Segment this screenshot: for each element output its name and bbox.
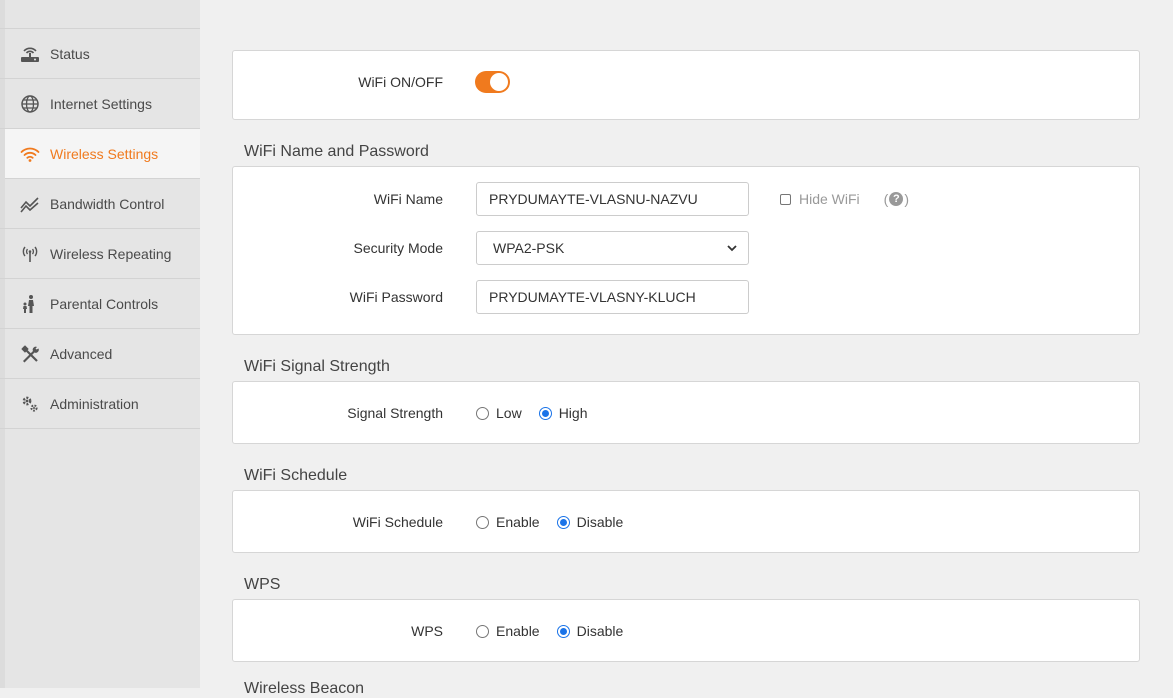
sidebar-item-label: Wireless Settings [50, 145, 159, 162]
router-icon [20, 44, 40, 64]
help-button[interactable]: ( ? ) [884, 191, 909, 207]
tools-icon [20, 344, 40, 364]
wifi-password-row: WiFi Password [233, 280, 1139, 314]
signal-label: Signal Strength [347, 405, 443, 421]
antenna-icon [20, 244, 40, 264]
help-paren-open: ( [883, 191, 889, 207]
gears-icon [20, 394, 40, 414]
trend-icon [20, 194, 40, 214]
signal-high-radio[interactable] [538, 406, 552, 420]
section-title-signal: WiFi Signal Strength [244, 358, 390, 375]
sidebar-item-advanced[interactable]: Advanced [0, 329, 200, 379]
sidebar-item-wireless-repeating[interactable]: Wireless Repeating [0, 229, 200, 279]
wifi-toggle-label: WiFi ON/OFF [358, 74, 443, 90]
schedule-row: WiFi Schedule Enable Disable [233, 505, 1139, 539]
schedule-enable-label: Enable [496, 514, 540, 530]
sidebar-item-internet-settings[interactable]: Internet Settings [0, 79, 200, 129]
globe-icon [20, 94, 40, 114]
wifi-toggle-card: WiFi ON/OFF [232, 50, 1140, 120]
sidebar-item-label: Status [50, 45, 90, 62]
sidebar-item-label: Bandwidth Control [50, 195, 165, 212]
signal-high-label: High [558, 405, 588, 421]
wifi-name-label: WiFi Name [373, 191, 443, 207]
question-icon: ? [889, 192, 904, 206]
wps-row: WPS Enable Disable [233, 614, 1139, 648]
chevron-down-icon [727, 245, 737, 252]
signal-card: Signal Strength Low High [232, 381, 1140, 444]
sidebar-item-label: Internet Settings [50, 95, 152, 112]
sidebar-item-parental-controls[interactable]: Parental Controls [0, 279, 200, 329]
main-content: WiFi ON/OFF WiFi Name and Password WiFi … [200, 0, 1173, 697]
section-title-next: Wireless Beacon [244, 680, 365, 697]
signal-row: Signal Strength Low High [233, 396, 1139, 430]
section-title-wps: WPS [244, 576, 281, 593]
wifi-password-input[interactable] [476, 280, 749, 314]
security-mode-label: Security Mode [353, 240, 443, 256]
sidebar-item-administration[interactable]: Administration [0, 379, 200, 429]
schedule-card: WiFi Schedule Enable Disable [232, 490, 1140, 553]
hide-wifi-label: Hide WiFi [799, 191, 860, 207]
signal-low-label: Low [496, 405, 522, 421]
wps-disable-radio[interactable] [556, 624, 570, 638]
signal-low-radio[interactable] [476, 406, 489, 420]
wifi-toggle-row: WiFi ON/OFF [233, 65, 1139, 99]
sidebar-item-bandwidth-control[interactable]: Bandwidth Control [0, 179, 200, 229]
wifi-name-input[interactable] [476, 182, 749, 216]
toggle-knob [490, 73, 508, 91]
sidebar-item-label: Administration [50, 395, 139, 412]
security-mode-value: WPA2-PSK [493, 240, 565, 256]
schedule-enable-radio[interactable] [476, 515, 489, 529]
wps-card: WPS Enable Disable [232, 599, 1140, 662]
wifi-password-label: WiFi Password [349, 289, 443, 305]
wifi-icon [20, 144, 40, 164]
schedule-disable-label: Disable [576, 514, 624, 530]
wifi-toggle-switch[interactable] [475, 71, 510, 93]
wps-enable-radio[interactable] [476, 624, 489, 638]
sidebar-item-wireless-settings[interactable]: Wireless Settings [5, 129, 200, 179]
section-title-schedule: WiFi Schedule [244, 467, 348, 484]
schedule-label: WiFi Schedule [352, 514, 443, 530]
wifi-name-row: WiFi Name Hide WiFi ( ? ) [233, 182, 1139, 216]
sidebar-item-status[interactable]: Status [0, 29, 200, 79]
sidebar-item-label: Wireless Repeating [50, 245, 172, 262]
hide-wifi-checkbox[interactable] [780, 193, 791, 205]
name-password-card: WiFi Name Hide WiFi ( ? ) Security Mode … [232, 166, 1140, 335]
family-icon [20, 294, 40, 314]
wps-disable-label: Disable [576, 623, 624, 639]
sidebar-item-label: Advanced [50, 345, 113, 362]
security-mode-row: Security Mode WPA2-PSK [233, 231, 1139, 265]
sidebar: Status Internet Settings Wireless Settin… [0, 0, 200, 688]
schedule-disable-radio[interactable] [556, 515, 570, 529]
wps-label: WPS [411, 623, 443, 639]
help-paren-close: ) [904, 191, 910, 207]
sidebar-item-label: Parental Controls [50, 295, 159, 312]
wps-enable-label: Enable [496, 623, 540, 639]
section-title-name-password: WiFi Name and Password [244, 143, 429, 160]
sidebar-nav: Status Internet Settings Wireless Settin… [0, 28, 200, 429]
security-mode-select[interactable]: WPA2-PSK [476, 231, 749, 265]
